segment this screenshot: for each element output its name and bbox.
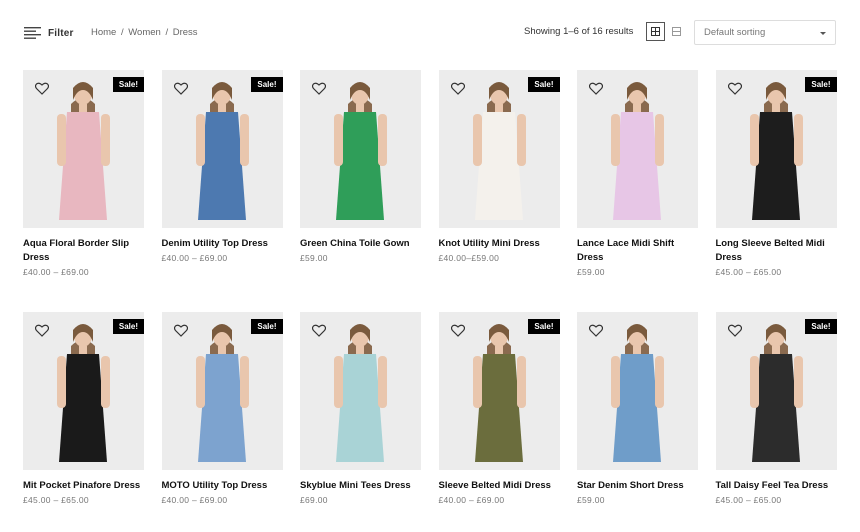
product-card[interactable]: Lance Lace Midi Shift Dress £59.00 — [577, 70, 698, 277]
grid-view-icon — [651, 27, 660, 36]
sale-badge: Sale! — [112, 77, 144, 92]
product-card[interactable]: Sale! Denim Utility Top Dress £40.00 – £69… — [161, 70, 283, 263]
heart-icon[interactable] — [727, 82, 742, 95]
sale-badge: Sale! — [112, 319, 144, 334]
product-image[interactable] — [300, 312, 421, 470]
product-card[interactable]: Sale! Long Sleeve Belted Midi Dress £45.00… — [715, 70, 837, 277]
product-title[interactable]: Knot Utility Mini Dress — [439, 237, 560, 251]
grid-view-button[interactable] — [646, 22, 665, 41]
product-image[interactable]: Sale! — [715, 312, 837, 470]
product-card[interactable]: Green China Toile Gown £59.00 — [300, 70, 421, 263]
heart-icon[interactable] — [450, 324, 465, 337]
heart-icon[interactable] — [312, 324, 326, 337]
product-title[interactable]: Aqua Floral Border Slip Dress — [23, 237, 144, 265]
product-price: £40.00 – £69.00 — [438, 495, 505, 505]
filter-label: Filter — [48, 27, 74, 39]
product-price: £45.00 – £65.00 — [715, 495, 782, 505]
chevron-down-icon — [820, 32, 826, 35]
heart-icon[interactable] — [589, 324, 603, 337]
breadcrumb-women[interactable]: Women — [128, 27, 161, 38]
product-card[interactable]: Skyblue Mini Tees Dress £69.00 — [300, 312, 421, 505]
sort-selected-value: Default sorting — [704, 27, 766, 38]
product-card[interactable]: Star Denim Short Dress £59.00 — [577, 312, 698, 505]
product-card[interactable]: Sale! Sleeve Belted Midi Dress £40.00 – £6… — [438, 312, 560, 505]
breadcrumb: Home / Women / Dress — [91, 27, 198, 38]
heart-icon[interactable] — [35, 82, 49, 95]
product-image[interactable]: Sale! — [715, 70, 837, 228]
product-title[interactable]: Mit Pocket Pinafore Dress — [23, 479, 144, 493]
heart-icon[interactable] — [727, 324, 742, 337]
product-image[interactable] — [577, 312, 698, 470]
product-title[interactable]: Green China Toile Gown — [300, 237, 421, 251]
sort-select[interactable]: Default sorting — [694, 20, 836, 45]
product-title[interactable]: MOTO Utility Top Dress — [162, 479, 283, 493]
product-card[interactable]: Sale! MOTO Utility Top Dress £40.00 – £69.… — [161, 312, 283, 505]
heart-icon[interactable] — [35, 324, 49, 337]
list-view-button[interactable] — [667, 22, 686, 41]
heart-icon[interactable] — [312, 82, 326, 95]
sale-badge: Sale! — [805, 319, 837, 334]
product-image[interactable] — [577, 70, 698, 228]
product-title[interactable]: Star Denim Short Dress — [577, 479, 698, 493]
filter-button[interactable]: Filter — [24, 26, 74, 40]
product-image[interactable]: Sale! — [23, 70, 144, 228]
product-price: £59.00 — [577, 495, 605, 505]
product-image[interactable]: Sale! — [161, 70, 283, 228]
product-image[interactable]: Sale! — [23, 312, 144, 470]
product-image[interactable] — [300, 70, 421, 228]
product-title[interactable]: Denim Utility Top Dress — [162, 237, 283, 251]
product-title[interactable]: Sleeve Belted Midi Dress — [439, 479, 560, 493]
sale-badge: Sale! — [805, 77, 837, 92]
product-price: £40.00 – £69.00 — [161, 253, 228, 263]
product-price: £59.00 — [300, 253, 328, 263]
list-view-icon — [672, 27, 681, 36]
product-card[interactable]: Sale! Aqua Floral Border Slip Dress £40.00… — [23, 70, 144, 277]
product-price: £69.00 — [300, 495, 328, 505]
breadcrumb-separator: / — [165, 27, 169, 38]
product-card[interactable]: Sale! Mit Pocket Pinafore Dress £45.00 – £… — [23, 312, 144, 505]
product-image[interactable]: Sale! — [161, 312, 283, 470]
heart-icon[interactable] — [589, 82, 603, 95]
sale-badge: Sale! — [528, 319, 560, 334]
heart-icon[interactable] — [173, 82, 188, 95]
product-title[interactable]: Long Sleeve Belted Midi Dress — [716, 237, 837, 265]
results-count: Showing 1–6 of 16 results — [524, 26, 634, 37]
sale-badge: Sale! — [251, 319, 283, 334]
product-price: £59.00 — [577, 267, 605, 277]
product-image[interactable]: Sale! — [438, 70, 560, 228]
breadcrumb-current: Dress — [172, 27, 198, 38]
shop-toolbar: Filter Home / Women / Dress Showing 1–6 … — [0, 0, 860, 64]
breadcrumb-separator: / — [120, 27, 124, 38]
product-price: £40.00 – £69.00 — [161, 495, 228, 505]
product-title[interactable]: Lance Lace Midi Shift Dress — [577, 237, 698, 265]
sale-badge: Sale! — [251, 77, 283, 92]
product-image[interactable]: Sale! — [438, 312, 560, 470]
heart-icon[interactable] — [450, 82, 465, 95]
heart-icon[interactable] — [173, 324, 188, 337]
filter-icon — [24, 27, 41, 39]
product-card[interactable]: Sale! Tall Daisy Feel Tea Dress £45.00 – £… — [715, 312, 837, 505]
product-card[interactable]: Sale! Knot Utility Mini Dress £40.00–£59.0… — [438, 70, 560, 263]
sale-badge: Sale! — [528, 77, 560, 92]
product-price: £45.00 – £65.00 — [715, 267, 782, 277]
product-price: £40.00–£59.00 — [438, 253, 500, 263]
product-title[interactable]: Skyblue Mini Tees Dress — [300, 479, 421, 493]
product-title[interactable]: Tall Daisy Feel Tea Dress — [716, 479, 837, 493]
breadcrumb-home[interactable]: Home — [91, 27, 116, 38]
product-price: £45.00 – £65.00 — [23, 495, 89, 505]
product-price: £40.00 – £69.00 — [23, 267, 89, 277]
